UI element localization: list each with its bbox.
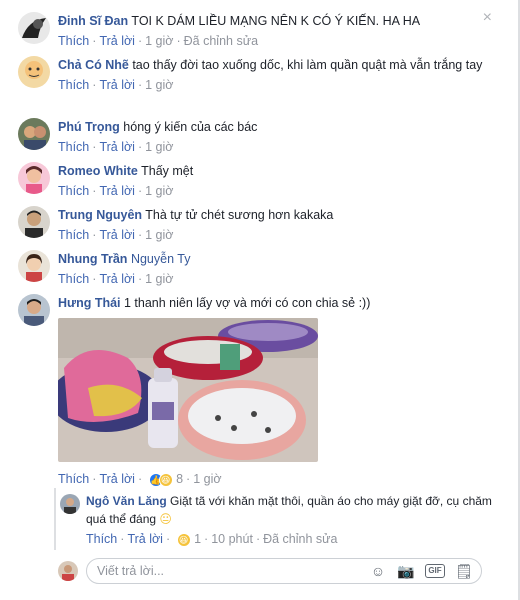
comment-time[interactable]: 1 giờ: [145, 228, 173, 242]
haha-reaction-icon: 😆: [176, 532, 191, 547]
reply-link[interactable]: Trả lời: [99, 228, 135, 242]
reaction-count[interactable]: 8: [176, 472, 183, 486]
comment-item: Hưng Thái 1 thanh niên lấy vợ và mới có …: [18, 294, 494, 488]
reaction-count[interactable]: 1: [194, 532, 201, 546]
reply-thread: Ngô Văn Lăng Giặt tã với khăn mặt thôi, …: [54, 488, 494, 550]
commenter-name[interactable]: Phú Trọng: [58, 120, 120, 134]
comment-item: Nhung Trần Nguyễn Ty Thích · Trả lời · 1 giờ: [18, 250, 494, 290]
comment-panel: × Đinh Sĩ Đan TOI K DÁM LIỀU MẠNG NÊN K …: [0, 0, 520, 600]
reply-placeholder: Viết trả lời...: [97, 564, 165, 578]
like-link[interactable]: Thích: [58, 184, 89, 198]
camera-icon[interactable]: 📷: [397, 562, 415, 580]
comment-item: Phú Trọng hóng ý kiến của các bác Thích ·…: [18, 118, 494, 158]
comment-item: Romeo White Thấy mệt Thích · Trả lời · 1 giờ: [18, 162, 494, 202]
emoji-icon: 😐: [159, 512, 172, 526]
haha-reaction-icon: 😆: [158, 472, 173, 487]
avatar[interactable]: [18, 118, 50, 150]
comment-item: Trung Nguyên Thà tự tử chét sương hơn ka…: [18, 206, 494, 246]
reply-link[interactable]: Trả lời: [127, 532, 163, 546]
comment-time[interactable]: 1 giờ: [145, 184, 173, 198]
comment-time[interactable]: 1 giờ: [145, 34, 173, 48]
reply-link[interactable]: Trả lời: [99, 272, 135, 286]
commenter-name[interactable]: Đinh Sĩ Đan: [58, 14, 128, 28]
avatar[interactable]: [18, 56, 50, 88]
avatar[interactable]: [18, 250, 50, 282]
comment-item: Chả Có Nhẽ tao thấy đời tao xuống dốc, k…: [18, 56, 494, 114]
like-link[interactable]: Thích: [58, 228, 89, 242]
comment-item: Đinh Sĩ Đan TOI K DÁM LIỀU MẠNG NÊN K CÓ…: [18, 12, 494, 52]
like-link[interactable]: Thích: [58, 34, 89, 48]
comment-text: Thà tự tử chét sương hơn kakaka: [142, 208, 334, 222]
comment-time[interactable]: 1 giờ: [145, 272, 173, 286]
commenter-name[interactable]: Hưng Thái: [58, 296, 121, 310]
mention-tag[interactable]: Nguyễn Ty: [131, 252, 191, 266]
commenter-name[interactable]: Chả Có Nhẽ: [58, 58, 129, 72]
reply-link[interactable]: Trả lời: [99, 184, 135, 198]
avatar[interactable]: [18, 294, 50, 326]
like-link[interactable]: Thích: [58, 272, 89, 286]
commenter-name[interactable]: Romeo White: [58, 164, 138, 178]
composer-tools: ☺ 📷 GIF 🗒: [369, 562, 473, 580]
avatar[interactable]: [18, 162, 50, 194]
avatar: [58, 561, 78, 581]
like-link[interactable]: Thích: [58, 472, 89, 486]
attached-photo[interactable]: [58, 318, 318, 462]
sticker-icon[interactable]: 🗒: [455, 562, 473, 580]
comment-text: Thấy mệt: [137, 164, 194, 178]
avatar[interactable]: [60, 494, 80, 514]
comment-time[interactable]: 1 giờ: [145, 78, 173, 92]
reply-link[interactable]: Trả lời: [99, 78, 135, 92]
edited-label[interactable]: Đã chỉnh sửa: [263, 532, 337, 546]
comment-text: TOI K DÁM LIỀU MẠNG NÊN K CÓ Ý KIẾN. HA …: [128, 14, 421, 28]
reaction-icons[interactable]: 😆: [176, 532, 191, 547]
comment-text: 1 thanh niên lấy vợ và mới có con chia s…: [120, 296, 371, 310]
commenter-name[interactable]: Nhung Trần: [58, 252, 127, 266]
like-link[interactable]: Thích: [86, 532, 117, 546]
reply-composer: Viết trả lời... ☺ 📷 GIF 🗒: [58, 558, 482, 584]
reaction-icons[interactable]: 👍 😆: [148, 472, 173, 487]
comment-time[interactable]: 1 giờ: [145, 140, 173, 154]
like-link[interactable]: Thích: [58, 78, 89, 92]
emoji-icon[interactable]: ☺: [369, 562, 387, 580]
edited-label[interactable]: Đã chỉnh sửa: [184, 34, 258, 48]
comment-time[interactable]: 1 giờ: [193, 472, 221, 486]
comment-time[interactable]: 10 phút: [211, 532, 253, 546]
avatar[interactable]: [18, 206, 50, 238]
gif-icon[interactable]: GIF: [425, 564, 445, 578]
commenter-name[interactable]: Trung Nguyên: [58, 208, 142, 222]
reply-link[interactable]: Trả lời: [99, 472, 135, 486]
reply-link[interactable]: Trả lời: [99, 34, 135, 48]
like-link[interactable]: Thích: [58, 140, 89, 154]
comment-text: tao thấy đời tao xuống dốc, khi làm quần…: [128, 58, 483, 72]
avatar[interactable]: [18, 12, 50, 44]
commenter-name[interactable]: Ngô Văn Lăng: [86, 494, 167, 508]
reply-link[interactable]: Trả lời: [99, 140, 135, 154]
reply-input[interactable]: Viết trả lời... ☺ 📷 GIF 🗒: [86, 558, 482, 584]
comment-text: hóng ý kiến của các bác: [119, 120, 258, 134]
